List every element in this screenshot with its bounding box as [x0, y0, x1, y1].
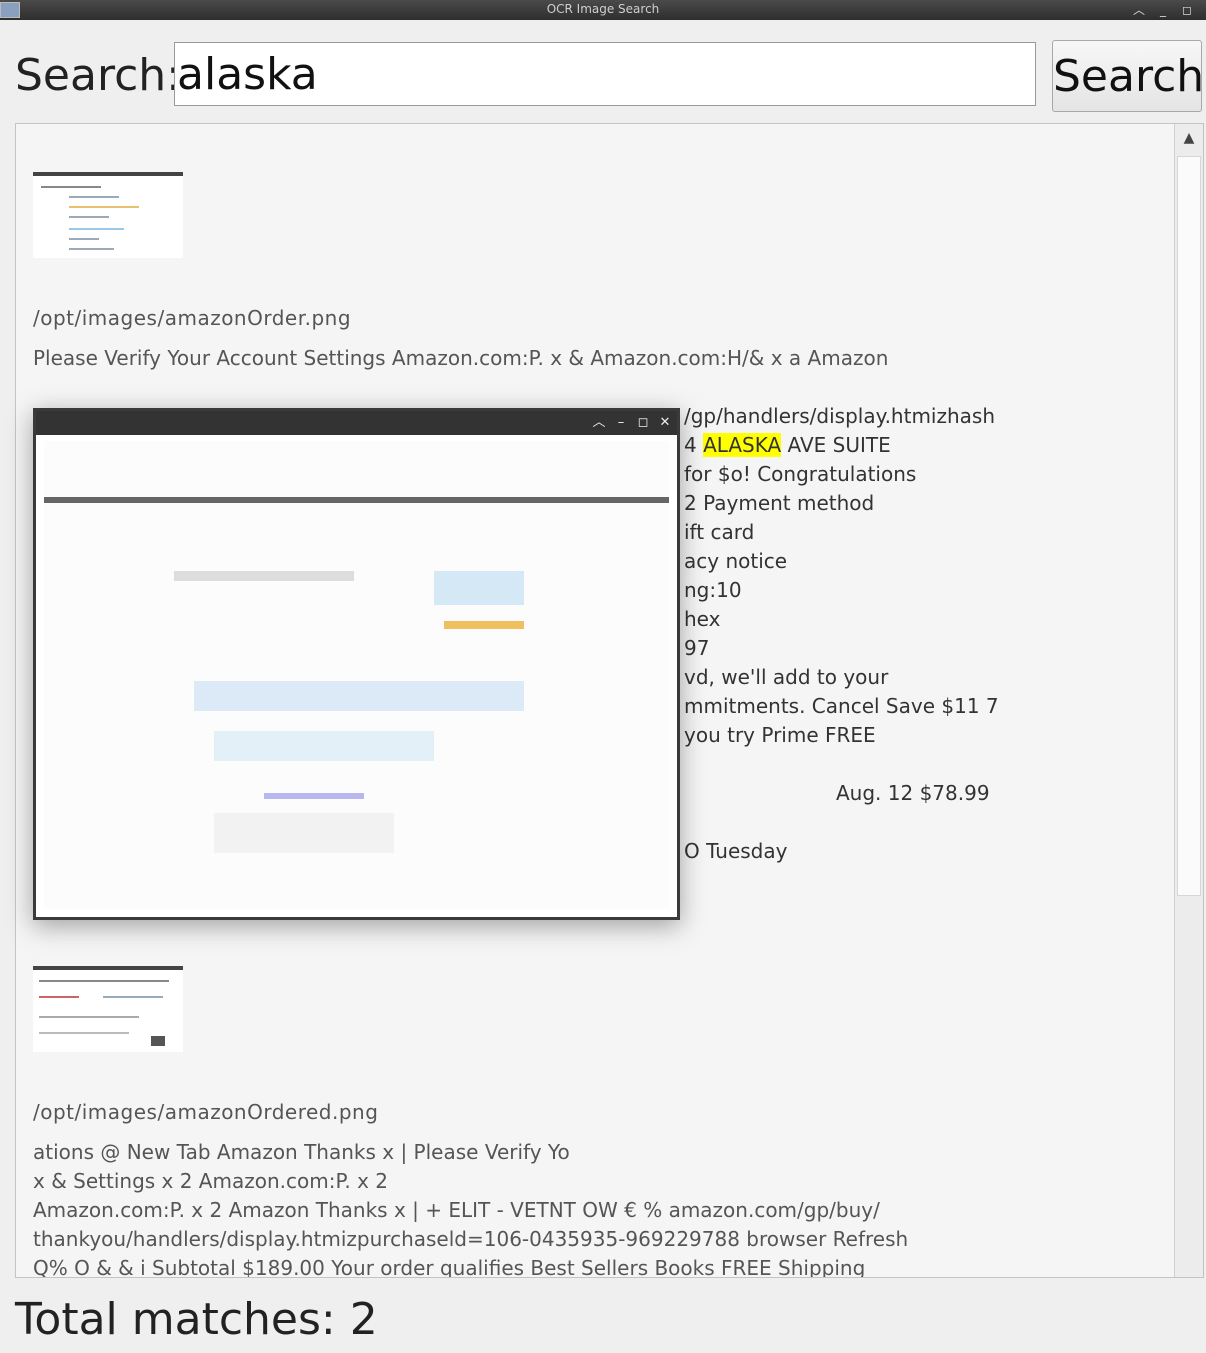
maximize-icon[interactable]: ◻ — [1178, 1, 1196, 19]
search-label: Search: — [15, 50, 181, 101]
maximize-icon[interactable]: ◻ — [634, 414, 652, 432]
ocr-line: /gp/handlers/display.htmizhash — [684, 404, 996, 428]
search-button[interactable]: Search — [1052, 40, 1204, 112]
close-icon[interactable]: ✕ — [656, 414, 674, 432]
ocr-line: 4 ALASKA AVE SUITE — [684, 433, 891, 457]
ocr-line: hex — [684, 607, 721, 631]
preview-title-bar[interactable]: ︿ – ◻ ✕ — [36, 411, 677, 435]
ocr-line: Aug. 12 $78.99 — [836, 781, 990, 805]
ocr-line: you try Prime FREE — [684, 723, 876, 747]
result-ocr-text: ations @ New Tab Amazon Thanks x | Pleas… — [33, 1140, 909, 1278]
minimize-icon[interactable]: – — [612, 414, 630, 432]
ocr-line: vd, we'll add to your — [684, 665, 889, 689]
shade-icon[interactable]: ︿ — [1130, 1, 1148, 19]
search-highlight: ALASKA — [703, 433, 782, 457]
search-input[interactable] — [174, 42, 1036, 106]
ocr-line: O Tuesday — [684, 839, 788, 863]
ocr-line: ift card — [684, 520, 755, 544]
vertical-scrollbar[interactable]: ▲ — [1174, 124, 1203, 1277]
ocr-line: ng:10 — [684, 578, 742, 602]
ocr-line: for $o! Congratulations — [684, 462, 917, 486]
total-matches: Total matches: 2 — [15, 1294, 378, 1345]
scroll-up-arrow-icon[interactable]: ▲ — [1179, 130, 1199, 150]
title-bar: OCR Image Search ︿ _ ◻ — [0, 0, 1206, 20]
ocr-line: mmitments. Cancel Save $11 7 — [684, 694, 999, 718]
result-path: /opt/images/amazonOrdered.png — [33, 1100, 379, 1124]
ocr-line: 2 Payment method — [684, 491, 875, 515]
minimize-icon[interactable]: _ — [1154, 1, 1172, 19]
scroll-thumb[interactable] — [1177, 156, 1201, 896]
ocr-line: acy notice — [684, 549, 788, 573]
result-ocr-text: Please Verify Your Account Settings Amaz… — [33, 346, 889, 370]
result-path: /opt/images/amazonOrder.png — [33, 306, 352, 330]
shade-icon[interactable]: ︿ — [590, 414, 608, 432]
image-preview-window[interactable]: ︿ – ◻ ✕ — [33, 408, 680, 920]
preview-image — [44, 441, 669, 909]
result-thumbnail[interactable] — [33, 172, 183, 258]
result-thumbnail[interactable] — [33, 966, 183, 1052]
ocr-line: 97 — [684, 636, 710, 660]
window-title: OCR Image Search — [546, 2, 660, 16]
